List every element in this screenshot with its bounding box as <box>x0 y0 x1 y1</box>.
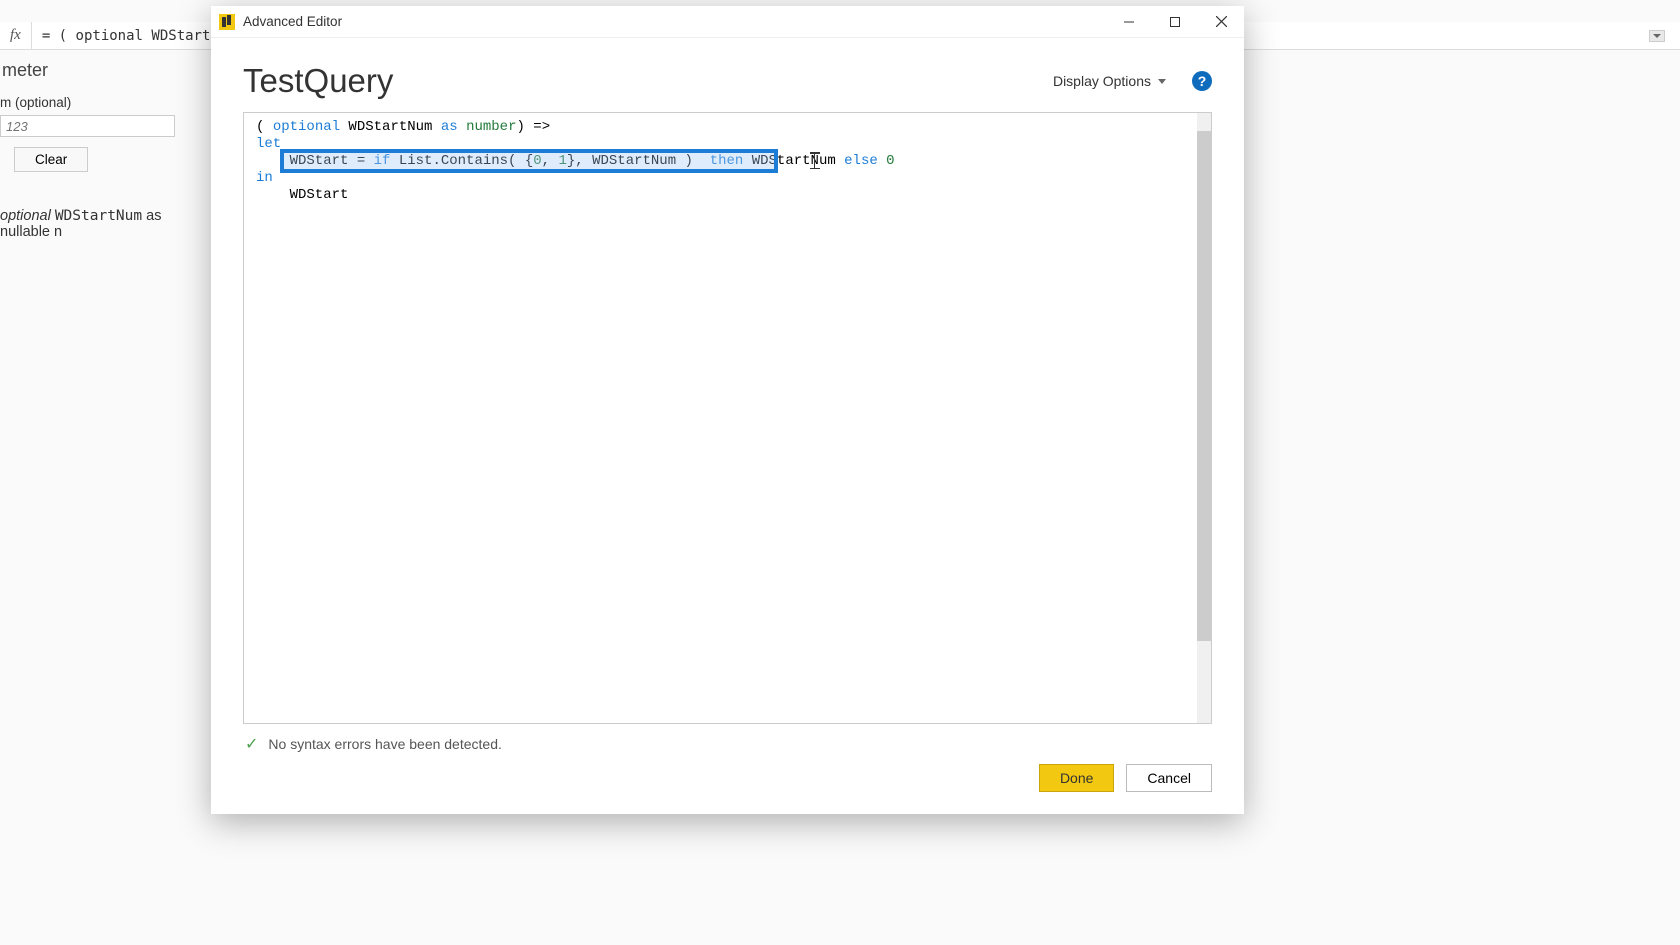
clear-button[interactable]: Clear <box>14 147 88 172</box>
app-icon <box>219 14 235 30</box>
advanced-editor-dialog: Advanced Editor TestQuery Display Option… <box>211 6 1244 814</box>
scrollbar-thumb[interactable] <box>1197 131 1211 641</box>
query-name: TestQuery <box>243 62 1053 100</box>
cancel-button[interactable]: Cancel <box>1126 764 1212 792</box>
help-icon[interactable]: ? <box>1192 71 1212 91</box>
close-button[interactable] <box>1198 6 1244 38</box>
display-options-dropdown[interactable]: Display Options <box>1053 73 1166 89</box>
dialog-title: Advanced Editor <box>243 14 342 29</box>
parameter-label: m (optional) <box>0 95 210 110</box>
fx-icon[interactable]: fx <box>0 22 32 49</box>
type-description: optional WDStartNum as nullable n <box>0 208 210 240</box>
parameter-panel: meter m (optional) Clear optional WDStar… <box>0 60 210 240</box>
dialog-title-bar: Advanced Editor <box>211 6 1244 38</box>
maximize-button[interactable] <box>1152 6 1198 38</box>
syntax-status: ✓ No syntax errors have been detected. <box>243 724 1212 764</box>
done-button[interactable]: Done <box>1039 764 1114 792</box>
parameter-input[interactable] <box>0 115 175 137</box>
formula-dropdown-icon[interactable] <box>1649 30 1665 42</box>
parameter-title: meter <box>0 60 210 81</box>
minimize-button[interactable] <box>1106 6 1152 38</box>
check-icon: ✓ <box>245 734 258 754</box>
code-editor[interactable]: ( optional WDStartNum as number) => let … <box>243 112 1212 724</box>
chevron-down-icon <box>1158 79 1166 84</box>
